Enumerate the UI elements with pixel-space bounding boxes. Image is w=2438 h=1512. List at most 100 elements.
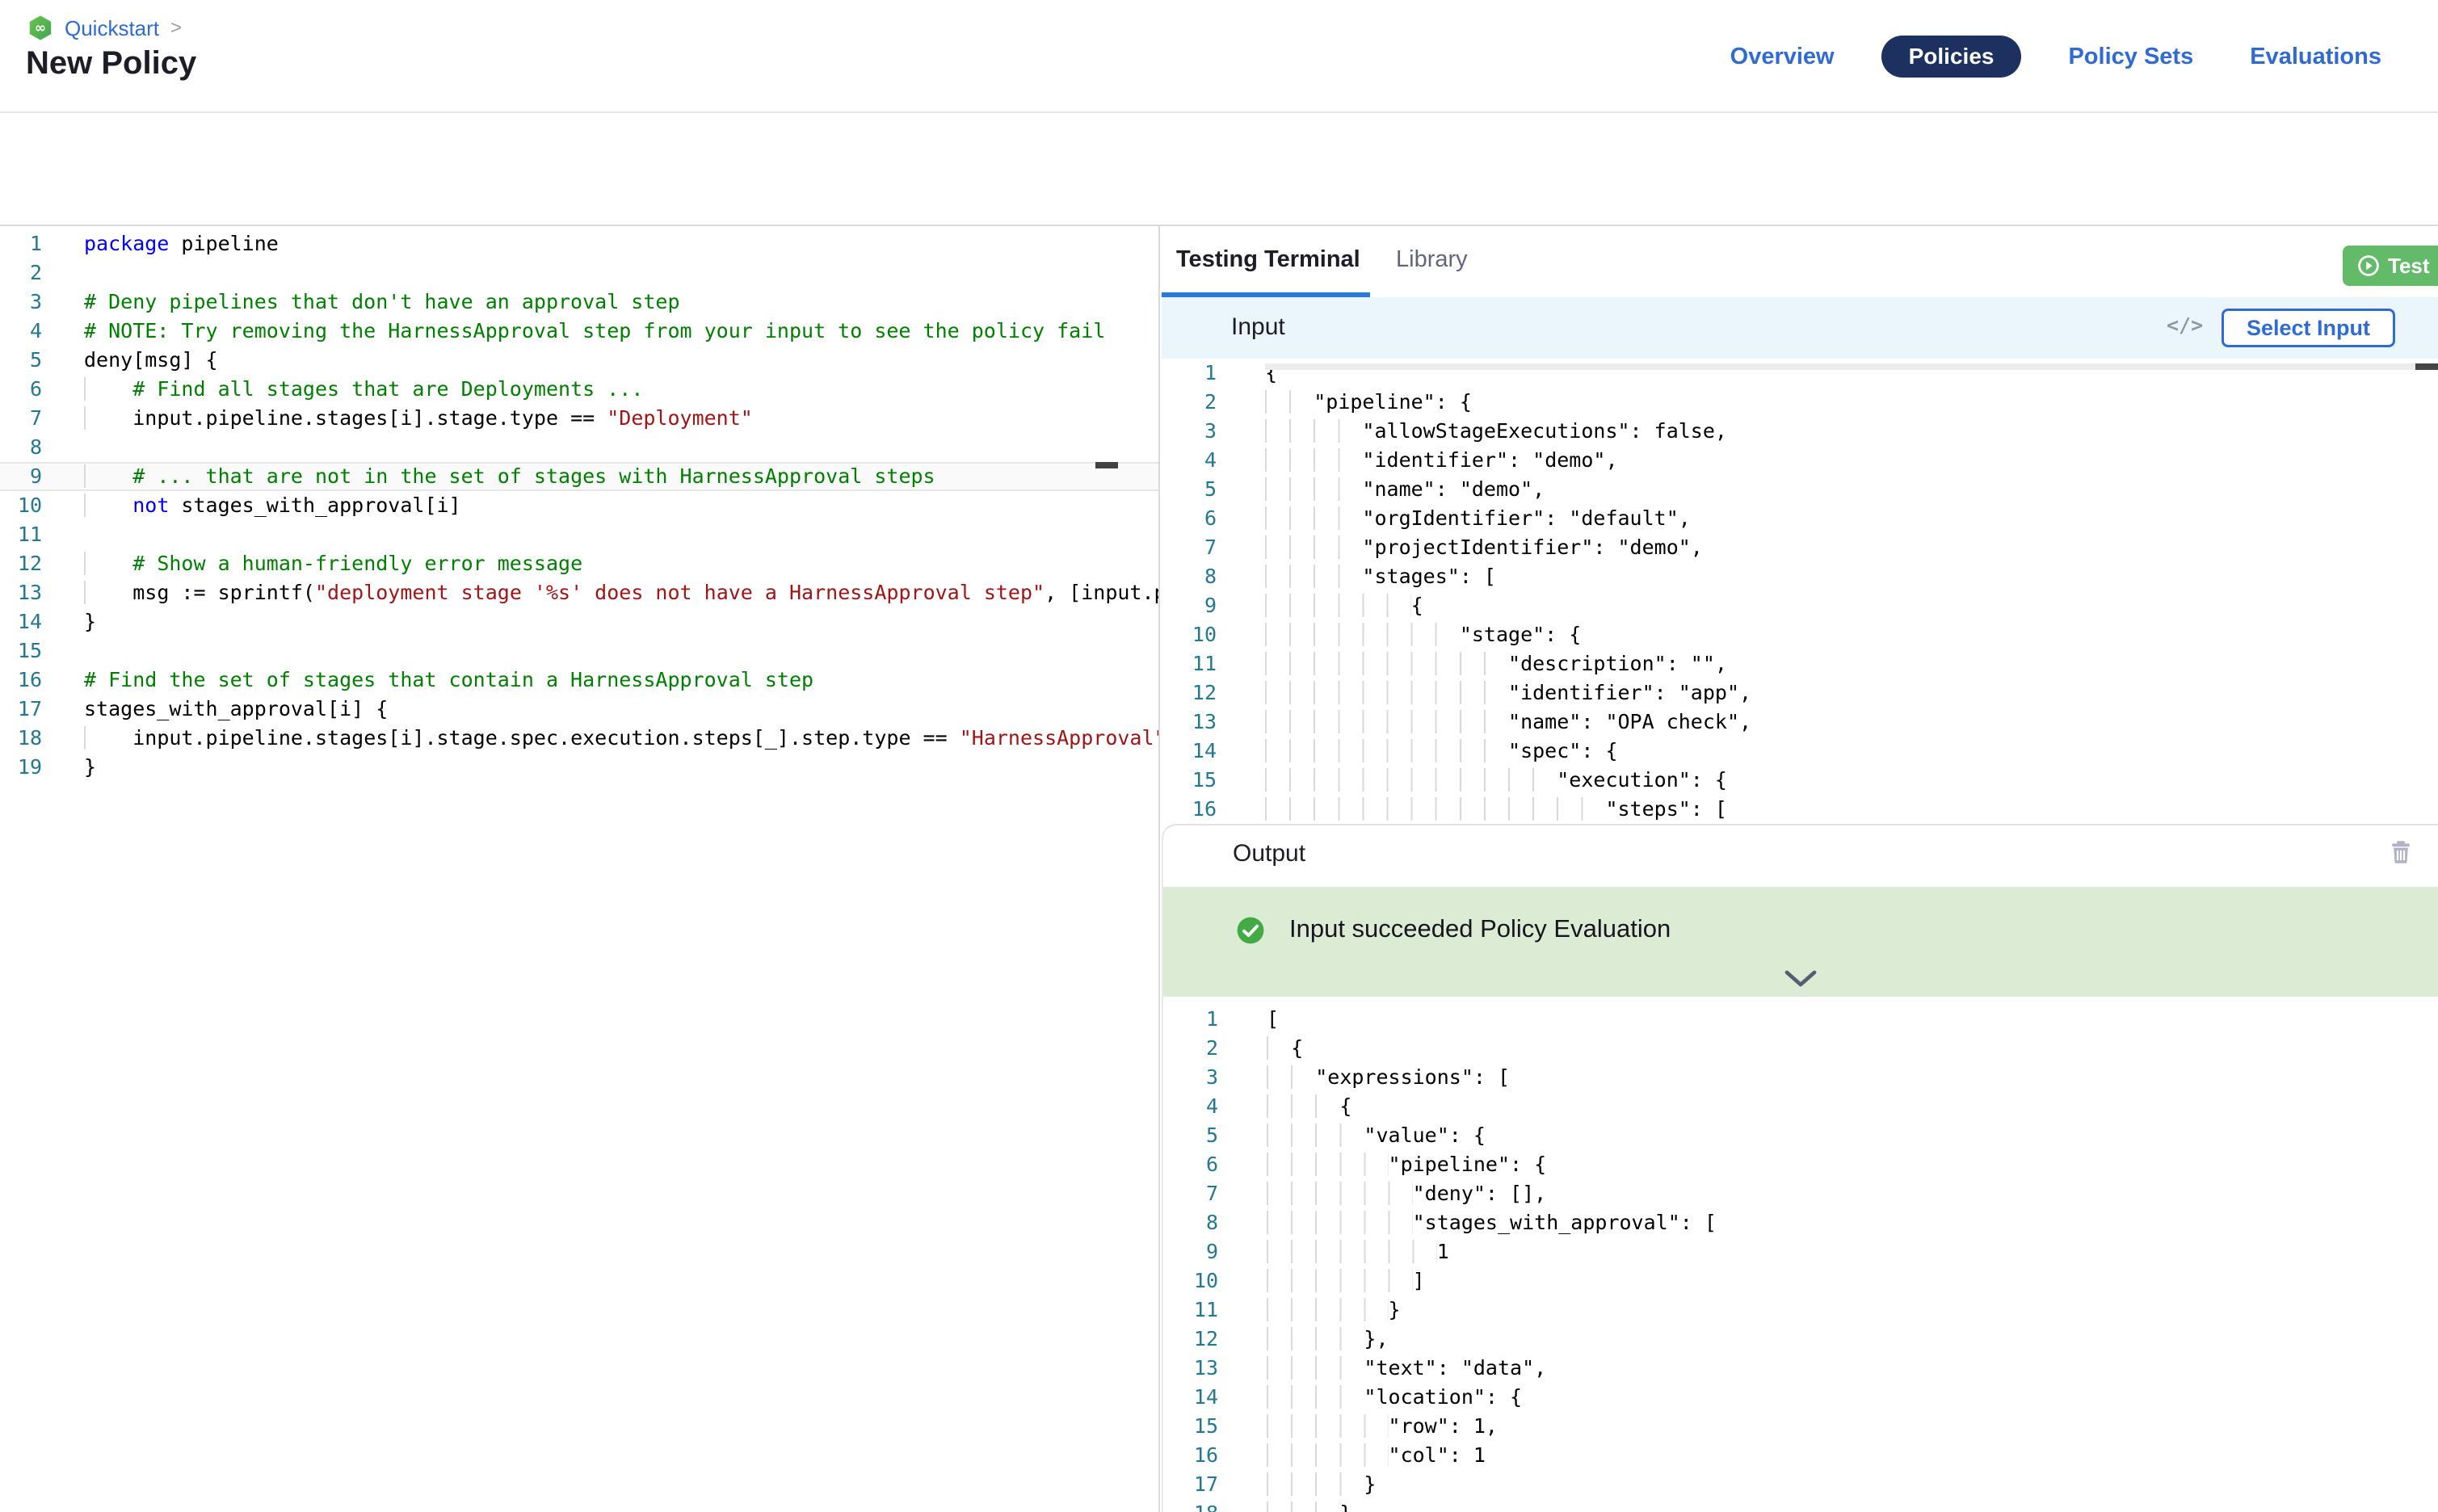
terminal-tabs: Testing Terminal Library Test	[1162, 226, 2438, 297]
line-number: 18	[1163, 1499, 1218, 1512]
line-number: 3	[1163, 1063, 1218, 1092]
line-number: 12	[1163, 1325, 1218, 1354]
code-line: 7 input.pipeline.stages[i].stage.type ==…	[0, 404, 1158, 433]
output-json-editor[interactable]: 1[2 {3 "expressions": [4 {5 "value": {6 …	[1163, 1005, 2438, 1512]
line-number: 17	[0, 695, 42, 724]
harness-logo-icon: ∞	[27, 15, 53, 42]
line-number: 4	[0, 317, 42, 346]
code-line: 19}	[0, 753, 1158, 782]
line-number: 7	[1162, 533, 1217, 562]
trash-icon[interactable]	[2388, 838, 2414, 866]
code-line: 4 "identifier": "demo",	[1162, 446, 2438, 475]
input-horizontal-scrollbar[interactable]	[1265, 363, 2438, 370]
line-number: 13	[1163, 1354, 1218, 1383]
policy-toolbar: foo Save Discard	[0, 113, 2438, 225]
nav-tab-policies[interactable]: Policies	[1881, 36, 2022, 78]
code-line: 15	[0, 636, 1158, 666]
line-number: 13	[0, 578, 42, 607]
line-number: 18	[0, 724, 42, 753]
select-input-button[interactable]: Select Input	[2222, 309, 2395, 347]
line-number: 11	[0, 520, 42, 549]
tab-testing-terminal[interactable]: Testing Terminal	[1176, 226, 1360, 292]
code-line: 2	[0, 258, 1158, 288]
input-json-editor[interactable]: 1{2 "pipeline": {3 "allowStageExecutions…	[1162, 359, 2438, 824]
breadcrumb-separator: >	[170, 17, 182, 40]
line-number: 15	[0, 636, 42, 666]
test-button[interactable]: Test	[2343, 246, 2438, 286]
nav-tab-evaluations[interactable]: Evaluations	[2240, 37, 2391, 77]
code-line: 7 "projectIdentifier": "demo",	[1162, 533, 2438, 562]
line-number: 10	[0, 491, 42, 520]
test-button-label: Test	[2388, 254, 2430, 279]
line-number: 7	[1163, 1179, 1218, 1208]
nav-tab-policy-sets[interactable]: Policy Sets	[2058, 37, 2203, 77]
breadcrumb-link-quickstart[interactable]: Quickstart	[65, 16, 159, 41]
line-number: 14	[1162, 737, 1217, 766]
code-line: 11 }	[1163, 1296, 2438, 1325]
line-number: 15	[1163, 1412, 1218, 1441]
code-line: 15 "execution": {	[1162, 766, 2438, 795]
page-title: New Policy	[26, 45, 196, 82]
code-line: 12 },	[1163, 1325, 2438, 1354]
policy-editor-pane: 1package pipeline23# Deny pipelines that…	[0, 226, 1160, 1512]
line-number: 14	[0, 607, 42, 636]
code-line: 8 "stages_with_approval": [	[1163, 1208, 2438, 1237]
code-line: 6 "pipeline": {	[1163, 1150, 2438, 1179]
policy-code-editor[interactable]: 1package pipeline23# Deny pipelines that…	[0, 226, 1158, 782]
page-header: ∞ Quickstart > New Policy Overview Polic…	[0, 0, 2438, 113]
code-line: 5 "name": "demo",	[1162, 475, 2438, 504]
code-line: 18 }	[1163, 1499, 2438, 1512]
nav-tab-overview[interactable]: Overview	[1721, 37, 1844, 77]
content-area: 1package pipeline23# Deny pipelines that…	[0, 225, 2438, 1512]
line-number: 9	[1163, 1237, 1218, 1266]
line-number: 15	[1162, 766, 1217, 795]
code-line: 18 input.pipeline.stages[i].stage.spec.e…	[0, 724, 1158, 753]
code-line: 3# Deny pipelines that don't have an app…	[0, 288, 1158, 317]
code-line: 16# Find the set of stages that contain …	[0, 666, 1158, 695]
line-number: 6	[1163, 1150, 1218, 1179]
code-line: 11	[0, 520, 1158, 549]
tab-library[interactable]: Library	[1396, 226, 1468, 292]
code-line: 6 # Find all stages that are Deployments…	[0, 375, 1158, 404]
code-line: 2 "pipeline": {	[1162, 388, 2438, 417]
line-number: 1	[1163, 1005, 1218, 1034]
chevron-down-icon[interactable]	[1783, 969, 1818, 989]
code-line: 8 "stages": [	[1162, 562, 2438, 591]
output-panel: Output Input succeeded Policy Evaluation	[1162, 824, 2438, 1512]
line-number: 2	[1162, 388, 1217, 417]
line-number: 6	[0, 375, 42, 404]
code-line: 6 "orgIdentifier": "default",	[1162, 504, 2438, 533]
code-line: 14}	[0, 607, 1158, 636]
code-line: 15 "row": 1,	[1163, 1412, 2438, 1441]
code-line: 17 }	[1163, 1470, 2438, 1499]
line-number: 19	[0, 753, 42, 782]
line-number: 8	[0, 433, 42, 462]
output-title: Output	[1233, 840, 1305, 867]
line-number: 16	[0, 666, 42, 695]
line-number: 16	[1162, 795, 1217, 824]
code-line: 16 "steps": [	[1162, 795, 2438, 824]
code-line: 1package pipeline	[0, 229, 1158, 258]
code-line: 3 "expressions": [	[1163, 1063, 2438, 1092]
input-scrollbar-thumb[interactable]	[2415, 363, 2438, 370]
line-number: 8	[1162, 562, 1217, 591]
code-line: 4# NOTE: Try removing the HarnessApprova…	[0, 317, 1158, 346]
code-line: 13 "text": "data",	[1163, 1354, 2438, 1383]
line-number: 10	[1162, 620, 1217, 649]
line-number: 12	[0, 549, 42, 578]
code-view-icon[interactable]: </>	[2167, 313, 2203, 337]
code-line: 4 {	[1163, 1092, 2438, 1121]
line-number: 6	[1162, 504, 1217, 533]
line-number: 13	[1162, 708, 1217, 737]
line-number: 16	[1163, 1441, 1218, 1470]
line-number: 5	[1162, 475, 1217, 504]
top-nav: Overview Policies Policy Sets Evaluation…	[1721, 0, 2391, 113]
code-line: 1[	[1163, 1005, 2438, 1034]
line-number: 9	[1162, 591, 1217, 620]
line-number: 5	[1163, 1121, 1218, 1150]
code-line: 10 not stages_with_approval[i]	[0, 491, 1158, 520]
line-number: 2	[0, 258, 42, 288]
line-number: 3	[1162, 417, 1217, 446]
code-line: 14 "location": {	[1163, 1383, 2438, 1412]
line-number: 11	[1162, 649, 1217, 678]
